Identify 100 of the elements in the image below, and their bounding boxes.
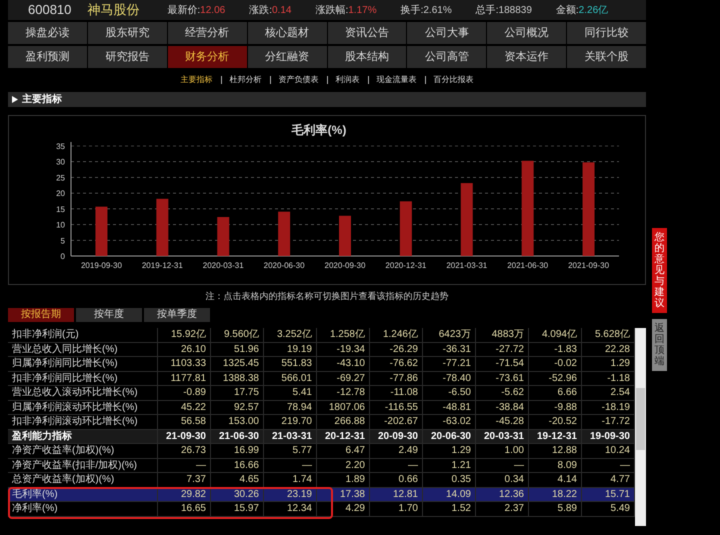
- subnav-link[interactable]: 百分比报表: [434, 74, 474, 86]
- bar: [400, 201, 412, 256]
- row-label[interactable]: 归属净利润滚动环比增长(%): [8, 400, 158, 414]
- section-header[interactable]: 主要指标: [8, 92, 646, 107]
- nav-tab[interactable]: 操盘必读: [8, 22, 87, 44]
- table-cell: 6.66: [529, 386, 582, 400]
- table-row[interactable]: 净利率(%) 16.65 15.97 12.34 4.29 1.70 1.52 2.37 5.89 5.49: [8, 502, 635, 516]
- table-cell: -6.50: [423, 386, 476, 400]
- subnav-link[interactable]: 主要指标: [180, 74, 212, 86]
- nav-tab[interactable]: 股本结构: [328, 46, 406, 68]
- table-cell: 17.75: [211, 386, 264, 400]
- table-cell: 8.09: [529, 458, 582, 472]
- nav-tab[interactable]: 财务分析: [168, 46, 247, 68]
- row-label[interactable]: 营业总收入滚动环比增长(%): [8, 386, 158, 400]
- stock-code: 600810: [28, 1, 72, 20]
- table-cell: 14.09: [423, 488, 476, 501]
- nav-tab[interactable]: 资本运作: [487, 46, 566, 68]
- nav-tab[interactable]: 分红融资: [248, 46, 326, 68]
- table-cell: 56.58: [158, 415, 211, 428]
- nav-tab[interactable]: 盈利预测: [8, 46, 87, 68]
- expand-icon[interactable]: [12, 96, 18, 103]
- row-label[interactable]: 总资产收益率(加权)(%): [8, 473, 158, 486]
- table-cell: -5.62: [476, 386, 529, 400]
- table-cell: -52.96: [529, 372, 582, 385]
- table-cell: 1807.06: [317, 400, 370, 414]
- nav-tab[interactable]: 研究报告: [88, 46, 167, 68]
- table-cell: 4.65: [211, 473, 264, 486]
- row-label[interactable]: 扣非净利润同比增长(%): [8, 372, 158, 385]
- row-label[interactable]: 净资产收益率(扣非/加权)(%): [8, 458, 158, 472]
- table-cell: 17.38: [317, 488, 370, 501]
- table-row[interactable]: 扣非净利润滚动环比增长(%) 56.58 153.00 219.70 266.88 -202.67 -63.02 -45.28 -20.52 -17.72: [8, 415, 635, 430]
- table-row[interactable]: 净资产收益率(加权)(%) 26.73 16.99 5.77 6.47 2.49 1.29 1.00 12.88 10.24: [8, 444, 635, 458]
- table-cell: 20-06-30: [423, 430, 476, 443]
- table-cell: 0.66: [370, 473, 423, 486]
- row-label[interactable]: 毛利率(%): [8, 488, 158, 501]
- table-cell: 1.00: [476, 444, 529, 458]
- nav-tab[interactable]: 股东研究: [88, 22, 167, 44]
- table-cell: -73.61: [476, 372, 529, 385]
- table-cell: 20-09-30: [370, 430, 423, 443]
- table-cell: 1103.33: [158, 357, 211, 370]
- row-label[interactable]: 盈利能力指标: [8, 430, 158, 443]
- table-cell: 21-03-31: [264, 430, 317, 443]
- table-row[interactable]: 归属净利润同比增长(%) 1103.33 1325.45 551.83 -43.10 -76.62 -77.21 -71.54 -0.02 1.29: [8, 357, 635, 372]
- nav-tab[interactable]: 公司大事: [407, 22, 486, 44]
- bar: [217, 217, 230, 256]
- table-cell: 7.37: [158, 473, 211, 486]
- table-row[interactable]: 营业总收入同比增长(%) 26.10 51.96 19.19 -19.34 -26.29 -36.31 -27.72 -1.83 22.28: [8, 342, 635, 357]
- nav-tab[interactable]: 关联个股: [567, 46, 646, 68]
- table-cell: 12.81: [370, 488, 423, 501]
- subnav-link[interactable]: 杜邦分析: [230, 74, 262, 86]
- nav-tab[interactable]: 资讯公告: [328, 22, 406, 44]
- row-label[interactable]: 净利率(%): [8, 502, 158, 516]
- table-cell: 26.10: [158, 342, 211, 356]
- table-cell: 1.74: [264, 473, 317, 486]
- table-row[interactable]: 盈利能力指标 21-09-30 21-06-30 21-03-31 20-12-31 20-09-30 20-06-30 20-03-31 19-12-31 19-09-30: [8, 430, 635, 444]
- nav-tab[interactable]: 公司高管: [407, 46, 486, 68]
- back-to-top-button[interactable]: 返回顶端: [652, 319, 667, 371]
- nav-tab[interactable]: 核心题材: [248, 22, 326, 44]
- table-cell: -19.34: [317, 342, 370, 356]
- table-row[interactable]: 营业总收入滚动环比增长(%) -0.89 17.75 5.41 -12.78 -11.08 -6.50 -5.62 6.66 2.54: [8, 386, 635, 400]
- table-cell: 4883万: [476, 328, 529, 342]
- subnav-link[interactable]: 现金流量表: [376, 74, 416, 86]
- table-cell: -78.40: [423, 372, 476, 385]
- nav-tab[interactable]: 同行比较: [567, 22, 646, 44]
- table-row[interactable]: 扣非净利润同比增长(%) 1177.81 1388.38 566.01 -69.27 -77.86 -78.40 -73.61 -52.96 -1.18: [8, 372, 635, 386]
- table-cell: 20-12-31: [317, 430, 370, 443]
- period-tab[interactable]: 按单季度: [144, 308, 210, 322]
- table-cell: 2.37: [476, 502, 529, 516]
- table-cell: 4.29: [317, 502, 370, 516]
- nav-tab[interactable]: 经营分析: [168, 22, 247, 44]
- row-label[interactable]: 营业总收入同比增长(%): [8, 342, 158, 356]
- scrollbar[interactable]: [635, 328, 646, 526]
- y-tick-label: 20: [56, 189, 65, 198]
- table-cell: —: [158, 458, 211, 472]
- table-cell: 16.65: [158, 502, 211, 516]
- table-cell: —: [476, 458, 529, 472]
- quote-item: 涨跌:0.14: [249, 4, 292, 18]
- table-cell: 18.22: [529, 488, 582, 501]
- x-tick-label: 2019-12-31: [142, 261, 183, 270]
- feedback-button[interactable]: 您的意见与建议: [652, 228, 667, 313]
- table-cell: -11.08: [370, 386, 423, 400]
- table-row[interactable]: 扣非净利润(元) 15.92亿 9.560亿 3.252亿 1.258亿 1.246亿 6423万 4883万 4.094亿 5.628亿: [8, 328, 635, 342]
- row-label[interactable]: 归属净利润同比增长(%): [8, 357, 158, 370]
- bar: [95, 206, 108, 256]
- table-cell: 19.19: [264, 342, 317, 356]
- table-cell: 92.57: [211, 400, 264, 414]
- table-cell: 15.92亿: [158, 328, 211, 342]
- table-cell: 4.14: [529, 473, 582, 486]
- subnav-link[interactable]: 利润表: [336, 74, 360, 86]
- subnav-link[interactable]: 资产负债表: [278, 74, 318, 86]
- table-row[interactable]: 净资产收益率(扣非/加权)(%) — 16.66 — 2.20 — 1.21 — 8.09 —: [8, 458, 635, 473]
- period-tab[interactable]: 按年度: [76, 308, 142, 322]
- row-label[interactable]: 净资产收益率(加权)(%): [8, 444, 158, 458]
- table-row[interactable]: 归属净利润滚动环比增长(%) 45.22 92.57 78.94 1807.06 -116.55 -48.81 -38.84 -9.88 -18.19: [8, 400, 635, 415]
- row-label[interactable]: 扣非净利润滚动环比增长(%): [8, 415, 158, 428]
- table-cell: 16.66: [211, 458, 264, 472]
- row-label[interactable]: 扣非净利润(元): [8, 328, 158, 342]
- table-row[interactable]: 总资产收益率(加权)(%) 7.37 4.65 1.74 1.89 0.66 0.35 0.34 4.14 4.77: [8, 473, 635, 488]
- nav-tab[interactable]: 公司概况: [487, 22, 566, 44]
- period-tab[interactable]: 按报告期: [8, 308, 74, 322]
